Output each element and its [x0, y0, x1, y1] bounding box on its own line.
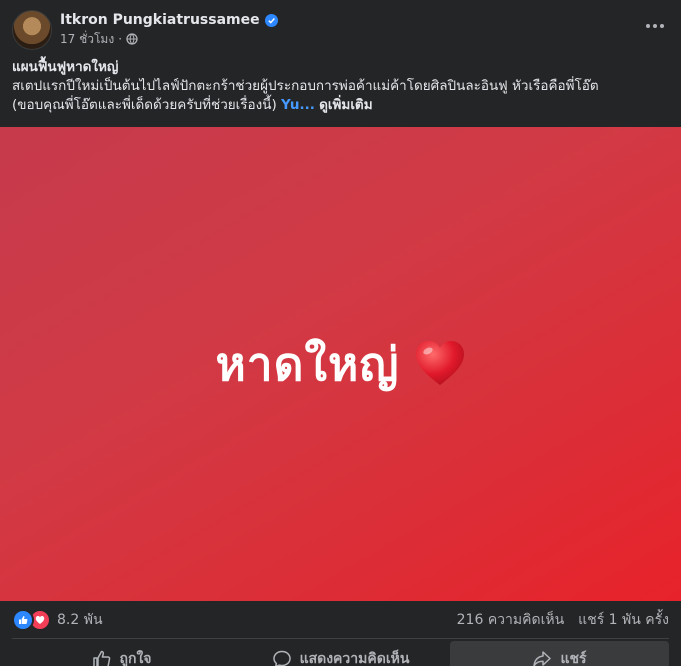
engagement-counts: 216 ความคิดเห็น แชร์ 1 พัน ครั้ง: [457, 609, 669, 631]
verified-badge-icon: [264, 13, 278, 27]
author-name[interactable]: Itkron Pungkiatrussamee: [60, 12, 260, 28]
post-time[interactable]: 17 ชั่วโมง: [60, 30, 114, 49]
image-text-label: หาดใหญ่: [215, 336, 400, 391]
share-arrow-icon: [533, 651, 552, 666]
like-button[interactable]: ถูกใจ: [12, 641, 231, 666]
post-header: Itkron Pungkiatrussamee 17 ชั่วโมง ·: [12, 10, 669, 50]
share-button[interactable]: แชร์: [450, 641, 669, 666]
reaction-icons: [12, 609, 51, 631]
share-label: แชร์: [560, 651, 587, 666]
caption-link[interactable]: Yu...: [281, 97, 315, 113]
thumbs-up-icon: [92, 650, 110, 666]
caption-line-3-wrap: (ขอบคุณพี่โอ๊ตและพี่เด็ดด้วยครับที่ช่วยเ…: [12, 96, 667, 115]
meta-separator: ·: [118, 32, 123, 46]
more-options-icon[interactable]: [641, 16, 669, 36]
author-row: Itkron Pungkiatrussamee: [60, 10, 278, 30]
comment-label: แสดงความคิดเห็น: [299, 651, 410, 666]
caption-title: แผนฟื้นฟูหาดใหญ่: [12, 59, 119, 75]
heart-emoji-icon: [415, 341, 464, 385]
author-avatar[interactable]: [12, 10, 52, 50]
see-more-link[interactable]: ดูเพิ่มเติม: [319, 97, 372, 113]
feed-post: Itkron Pungkiatrussamee 17 ชั่วโมง · แผน…: [0, 0, 681, 666]
post-image[interactable]: หาดใหญ่: [0, 127, 681, 601]
actions-divider: [12, 638, 669, 639]
post-actions: ถูกใจ แสดงความคิดเห็น แชร์: [12, 641, 669, 666]
post-caption: แผนฟื้นฟูหาดใหญ่ สเตปแรกปีใหม่เป็นต้นไปไ…: [12, 58, 667, 115]
reaction-count: 8.2 พัน: [57, 612, 103, 628]
post-meta: 17 ชั่วโมง ·: [60, 31, 138, 47]
comment-bubble-icon: [272, 650, 291, 666]
comment-button[interactable]: แสดงความคิดเห็น: [231, 641, 450, 666]
post-stats: 8.2 พัน 216 ความคิดเห็น แชร์ 1 พัน ครั้ง: [12, 602, 669, 638]
caption-line-2: สเตปแรกปีใหม่เป็นต้นไปไลฟ์ปักตะกร้าช่วยผ…: [12, 78, 599, 94]
reaction-summary[interactable]: 8.2 พัน: [12, 609, 103, 631]
like-reaction-icon: [12, 609, 34, 631]
like-label: ถูกใจ: [119, 651, 152, 666]
image-text: หาดใหญ่: [215, 328, 465, 401]
share-count[interactable]: แชร์ 1 พัน ครั้ง: [578, 609, 669, 631]
globe-icon: [126, 33, 138, 45]
caption-line-3: (ขอบคุณพี่โอ๊ตและพี่เด็ดด้วยครับที่ช่วยเ…: [12, 97, 277, 113]
comment-count[interactable]: 216 ความคิดเห็น: [457, 609, 565, 631]
